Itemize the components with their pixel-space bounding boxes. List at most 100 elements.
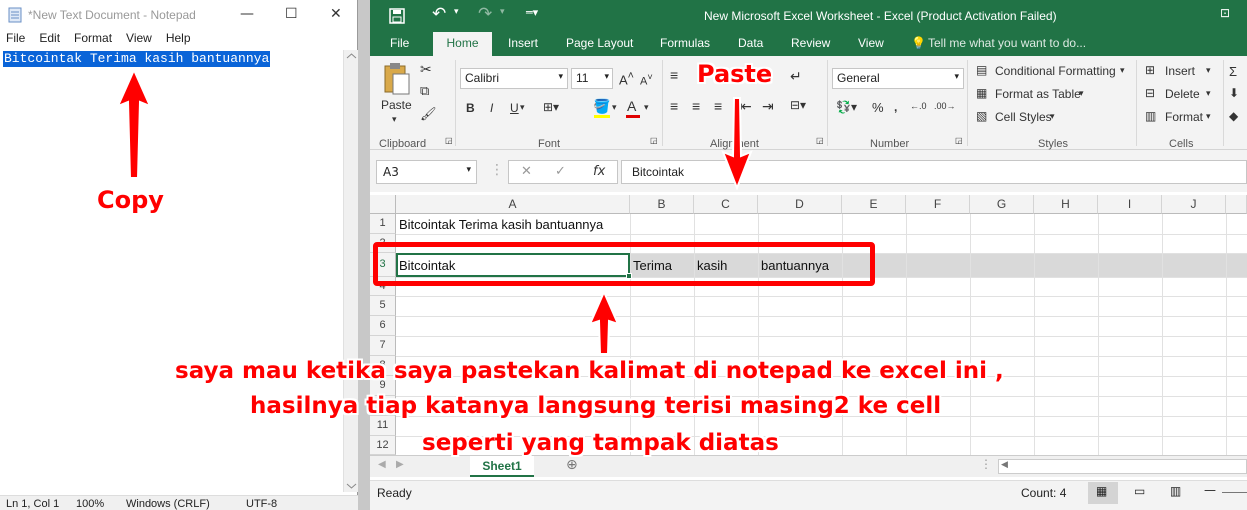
row-header-6[interactable]: 6 [370, 316, 396, 336]
row-header-12[interactable]: 12 [370, 436, 396, 455]
conditional-formatting-button[interactable]: Conditional Formatting [995, 64, 1116, 78]
increase-font-icon[interactable]: A˄ [619, 70, 634, 87]
cell-styles-button[interactable]: Cell Styles [995, 110, 1052, 124]
comma-style-icon[interactable]: , [894, 100, 897, 114]
column-header-a[interactable]: A [396, 195, 630, 214]
clear-icon[interactable]: ◆ [1229, 109, 1238, 123]
insert-function-icon[interactable]: fx [593, 164, 605, 179]
notepad-vertical-scrollbar[interactable] [343, 50, 358, 492]
bold-button[interactable]: B [466, 101, 475, 115]
format-as-table-icon[interactable]: ▦ [976, 86, 987, 100]
redo-dropdown-icon[interactable]: ▾ [500, 7, 505, 17]
number-format-combo[interactable]: General ▾ [832, 68, 964, 89]
column-header-e[interactable]: E [842, 195, 906, 214]
paste-icon[interactable] [383, 62, 411, 96]
maximize-button[interactable]: ☐ [285, 6, 298, 22]
font-color-icon[interactable]: A [627, 98, 636, 114]
column-header-j[interactable]: J [1162, 195, 1226, 214]
increase-decimal-icon[interactable]: ←.0 [910, 101, 927, 111]
column-header-f[interactable]: F [906, 195, 970, 214]
prev-sheet-icon[interactable]: ◀ [378, 459, 386, 470]
merge-center-icon[interactable]: ⊟▾ [790, 98, 806, 112]
fill-icon[interactable]: ⬇ [1229, 86, 1239, 100]
menu-help[interactable]: Help [166, 31, 191, 49]
menu-edit[interactable]: Edit [39, 31, 60, 49]
tab-view[interactable]: View [858, 36, 884, 50]
underline-button[interactable]: U [510, 101, 519, 115]
zoom-slider[interactable] [1222, 492, 1247, 493]
zoom-out-icon[interactable]: — [1204, 483, 1216, 497]
chevron-down-icon[interactable]: ▾ [520, 102, 525, 113]
tab-split-icon[interactable]: ⋮ [980, 457, 992, 471]
paste-button[interactable]: Paste [381, 98, 412, 112]
tab-file[interactable]: File [390, 36, 409, 50]
cancel-icon[interactable]: ✕ [521, 164, 532, 179]
name-box[interactable]: A3 ▾ [376, 160, 477, 184]
redo-icon[interactable]: ↷ [478, 4, 492, 24]
tab-formulas[interactable]: Formulas [660, 36, 710, 50]
font-size-combo[interactable]: 11 ▾ [571, 68, 613, 89]
cut-icon[interactable]: ✂ [420, 61, 432, 78]
paste-dropdown-icon[interactable]: ▾ [392, 114, 397, 125]
cell-a1[interactable]: Bitcointak Terima kasih bantuannya [399, 217, 603, 232]
next-sheet-icon[interactable]: ▶ [396, 459, 404, 470]
format-cells-button[interactable]: Format [1165, 110, 1203, 124]
formula-input[interactable]: Bitcointak [621, 160, 1247, 184]
align-left-icon[interactable]: ≡ [670, 98, 678, 114]
undo-dropdown-icon[interactable]: ▾ [454, 7, 459, 17]
borders-icon[interactable]: ⊞▾ [543, 100, 559, 114]
row-header-11[interactable]: 11 [370, 416, 396, 436]
currency-icon[interactable]: 💱▾ [836, 100, 857, 114]
menu-format[interactable]: Format [74, 31, 112, 49]
increase-indent-icon[interactable]: ⇥ [762, 98, 774, 115]
menu-file[interactable]: File [6, 31, 25, 49]
row-header-1[interactable]: 1 [370, 214, 396, 234]
format-as-table-button[interactable]: Format as Table [995, 87, 1081, 101]
menu-view[interactable]: View [126, 31, 152, 49]
font-name-combo[interactable]: Calibri ▾ [460, 68, 568, 89]
tab-page-layout[interactable]: Page Layout [566, 36, 633, 50]
alignment-launcher-icon[interactable]: ◲ [816, 136, 824, 145]
decrease-decimal-icon[interactable]: .00→ [934, 101, 956, 111]
column-header-d[interactable]: D [758, 195, 842, 214]
add-sheet-icon[interactable]: ⊕ [566, 457, 578, 473]
conditional-formatting-icon[interactable]: ▤ [976, 63, 987, 77]
column-header-c[interactable]: C [694, 195, 758, 214]
notepad-selected-text[interactable]: Bitcointak Terima kasih bantuannya [3, 51, 271, 67]
format-painter-icon[interactable]: 🖌 [420, 106, 437, 122]
tab-home[interactable]: Home [433, 32, 492, 56]
page-break-view-icon[interactable]: ▥ [1170, 484, 1181, 498]
percent-icon[interactable]: % [872, 100, 884, 115]
delete-cells-button[interactable]: Delete [1165, 87, 1200, 101]
undo-icon[interactable]: ↶ [432, 4, 446, 24]
save-icon[interactable] [389, 8, 405, 24]
row-header-7[interactable]: 7 [370, 336, 396, 356]
cell-styles-icon[interactable]: ▧ [976, 109, 987, 123]
chevron-down-icon[interactable]: ▾ [612, 102, 617, 113]
format-cells-icon[interactable]: ▥ [1145, 109, 1156, 123]
copy-icon[interactable]: ⧉ [420, 83, 429, 99]
column-header-k[interactable] [1226, 195, 1247, 214]
decrease-font-icon[interactable]: A˅ [640, 72, 653, 88]
clipboard-launcher-icon[interactable]: ◲ [445, 136, 453, 145]
select-all-corner[interactable] [370, 195, 396, 214]
column-header-b[interactable]: B [630, 195, 694, 214]
ribbon-display-icon[interactable]: ⊡ [1220, 6, 1230, 20]
font-launcher-icon[interactable]: ◲ [650, 136, 658, 145]
tab-insert[interactable]: Insert [508, 36, 538, 50]
horizontal-scrollbar[interactable]: ◀ [998, 459, 1247, 474]
enter-icon[interactable]: ✓ [555, 164, 566, 179]
number-launcher-icon[interactable]: ◲ [955, 136, 963, 145]
tab-review[interactable]: Review [791, 36, 830, 50]
scroll-down-icon[interactable] [344, 480, 359, 492]
align-center-icon[interactable]: ≡ [692, 98, 700, 114]
column-header-i[interactable]: I [1098, 195, 1162, 214]
column-header-g[interactable]: G [970, 195, 1034, 214]
column-header-h[interactable]: H [1034, 195, 1098, 214]
tell-me-search[interactable]: Tell me what you want to do... [928, 36, 1086, 50]
autosum-icon[interactable]: Σ [1229, 64, 1237, 79]
page-layout-view-icon[interactable]: ▭ [1134, 484, 1145, 498]
wrap-text-icon[interactable]: ↵ [790, 68, 802, 85]
minimize-button[interactable]: — [240, 6, 254, 22]
sheet-tab-sheet1[interactable]: Sheet1 [470, 456, 534, 477]
